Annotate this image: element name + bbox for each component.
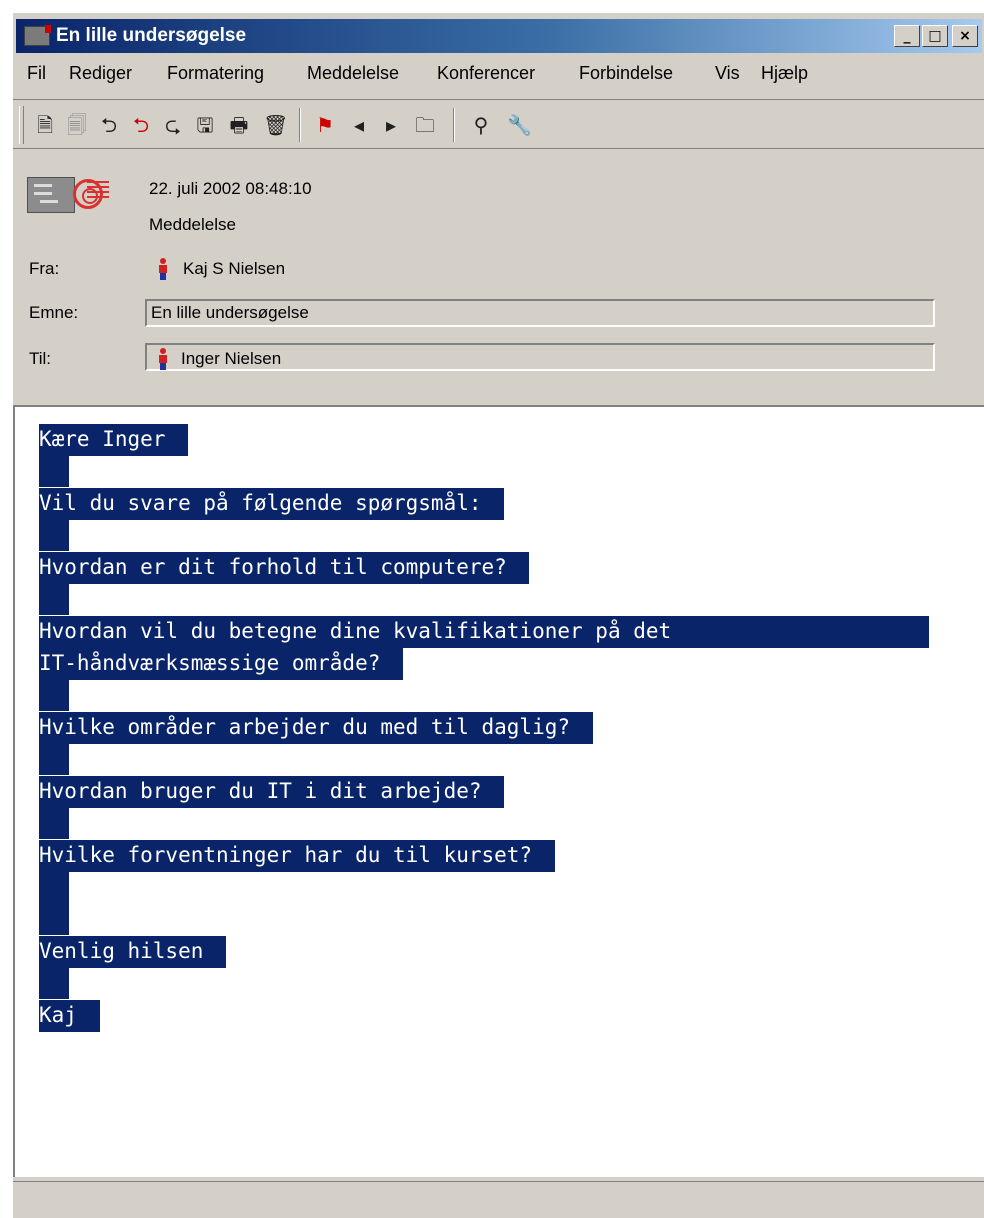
body-line-text: Hvordan bruger du IT i dit arbejde?	[39, 776, 505, 808]
body-line: Kære Inger	[39, 423, 929, 456]
body-line: Hvilke forventninger har du til kurset?	[39, 839, 929, 872]
body-line-text: Hvordan er dit forhold til computere?	[39, 552, 530, 584]
message-text[interactable]: Kære Inger Vil du svare på følgende spør…	[39, 423, 929, 1032]
subject-label: Emne:	[29, 303, 79, 322]
body-line-text	[39, 871, 69, 903]
body-line-text	[39, 903, 69, 935]
body-line	[39, 679, 929, 711]
body-line-text: IT-håndværksmæssige område?	[39, 648, 404, 680]
body-line: Kaj	[39, 999, 929, 1032]
body-line	[39, 583, 929, 615]
body-line-text	[39, 807, 69, 839]
message-window: En lille undersøgelse _ □ × Fil Rediger …	[12, 12, 984, 1218]
close-button[interactable]: ×	[952, 25, 978, 47]
message-date: 22. juli 2002 08:48:10	[149, 179, 312, 198]
body-line-text: Kære Inger	[39, 424, 189, 456]
message-window-icon[interactable]	[24, 25, 51, 46]
body-line	[39, 871, 929, 903]
body-line: IT-håndværksmæssige område?	[39, 647, 929, 680]
body-line-text: Vil du svare på følgende spørgsmål:	[39, 488, 505, 520]
menu-konferencer[interactable]: Konferencer	[437, 63, 535, 84]
body-line-text	[39, 583, 69, 615]
body-line-text: Hvilke forventninger har du til kurset?	[39, 840, 555, 872]
title-bar[interactable]: En lille undersøgelse _ □ ×	[16, 19, 982, 53]
body-line	[39, 967, 929, 999]
body-line-text: Hvordan vil du betegne dine kvalifikatio…	[39, 616, 929, 648]
body-line	[39, 903, 929, 935]
to-value: Inger Nielsen	[181, 349, 282, 368]
postmark-icon	[73, 179, 103, 209]
subject-field[interactable]: En lille undersøgelse	[145, 299, 935, 327]
flag-icon[interactable]: ⚑	[313, 113, 337, 137]
body-line-text: Kaj	[39, 1000, 100, 1032]
previous-icon[interactable]: ◂	[347, 113, 371, 137]
next-icon[interactable]: ▸	[379, 113, 403, 137]
body-line-text	[39, 519, 69, 551]
menu-rediger[interactable]: Rediger	[69, 63, 132, 84]
body-line: Hvilke områder arbejder du med til dagli…	[39, 711, 929, 744]
save-icon[interactable]: 🖫	[193, 113, 217, 137]
body-line: Hvordan vil du betegne dine kvalifikatio…	[39, 615, 929, 648]
folder-icon[interactable]: 🗀	[413, 113, 437, 137]
envelope-icon	[27, 177, 75, 213]
tools-icon[interactable]: 🔧	[507, 113, 532, 137]
body-line	[39, 743, 929, 775]
body-line	[39, 807, 929, 839]
body-line-text: Hvilke områder arbejder du med til dagli…	[39, 712, 593, 744]
from-value[interactable]: Kaj S Nielsen	[183, 259, 285, 279]
reply-icon[interactable]: ⮌	[97, 113, 121, 137]
maximize-button[interactable]: □	[922, 25, 948, 47]
minimize-button[interactable]: _	[894, 25, 920, 47]
menu-fil[interactable]: Fil	[27, 63, 46, 84]
body-line-text	[39, 743, 69, 775]
message-type: Meddelelse	[149, 215, 236, 234]
body-line	[39, 455, 929, 487]
menu-bar: Fil Rediger Formatering Meddelelse Konfe…	[13, 57, 984, 91]
body-line: Vil du svare på følgende spørgsmål:	[39, 487, 929, 520]
toolbar-separator	[299, 108, 301, 142]
body-line-text: Venlig hilsen	[39, 936, 227, 968]
subject-value: En lille undersøgelse	[151, 303, 309, 322]
toolbar-separator	[453, 108, 455, 142]
to-field[interactable]: Inger Nielsen	[145, 343, 935, 371]
message-body[interactable]: Kære Inger Vil du svare på følgende spør…	[13, 405, 984, 1177]
menu-forbindelse[interactable]: Forbindelse	[579, 63, 673, 84]
menu-formatering[interactable]: Formatering	[167, 63, 264, 84]
new-message-icon[interactable]: 🗎	[33, 113, 57, 137]
menu-vis[interactable]: Vis	[715, 63, 740, 84]
print-icon[interactable]: 🖶	[227, 113, 251, 137]
new-reply-icon[interactable]: 🗐	[65, 113, 89, 137]
body-line-text	[39, 455, 69, 487]
message-header: 22. juli 2002 08:48:10 Meddelelse Fra: K…	[13, 151, 984, 401]
toolbar-grip[interactable]	[19, 106, 24, 144]
from-label: Fra:	[29, 259, 60, 278]
body-line: Venlig hilsen	[39, 935, 929, 968]
body-line	[39, 519, 929, 551]
body-line-text	[39, 679, 69, 711]
window-title: En lille undersøgelse	[56, 25, 247, 46]
delete-icon[interactable]: 🗑	[263, 113, 288, 137]
person-icon	[159, 348, 167, 370]
search-icon[interactable]: ⚲	[469, 113, 493, 137]
forward-icon[interactable]: ⮎	[161, 113, 185, 137]
reply-all-icon[interactable]: ⮌	[129, 113, 153, 137]
menu-hjaelp[interactable]: Hjælp	[761, 63, 808, 84]
to-label: Til:	[29, 349, 52, 368]
person-icon	[159, 258, 167, 280]
menu-meddelelse[interactable]: Meddelelse	[307, 63, 399, 84]
body-line-text	[39, 967, 69, 999]
body-line: Hvordan er dit forhold til computere?	[39, 551, 929, 584]
toolbar: 🗎 🗐 ⮌ ⮌ ⮎ 🖫 🖶 🗑 ⚑ ◂ ▸ 🗀 ⚲ 🔧	[13, 99, 984, 149]
body-line: Hvordan bruger du IT i dit arbejde?	[39, 775, 929, 808]
status-bar	[13, 1181, 984, 1218]
